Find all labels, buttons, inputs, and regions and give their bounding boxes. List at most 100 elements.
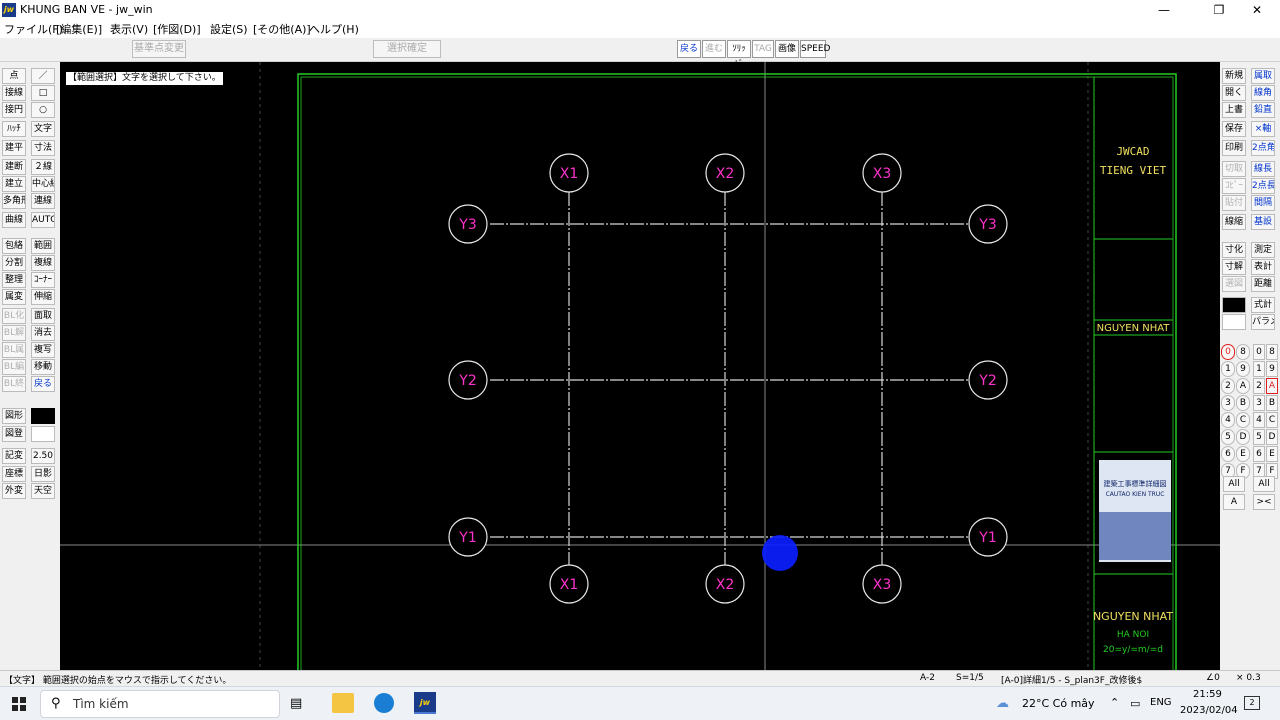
layer-group-1[interactable]: 1	[1221, 361, 1235, 377]
left-tool-button-4-0[interactable]: 建平	[2, 140, 26, 156]
left-tool-button-18-0[interactable]: 図形	[2, 408, 26, 424]
line-color-swatch-right[interactable]	[1222, 314, 1246, 330]
solid-button[interactable]: ｿﾘｯﾄﾞ	[727, 40, 751, 70]
jw-cad-taskbar-icon[interactable]: jw	[414, 692, 436, 714]
left-tool-button-0-1[interactable]: ／	[31, 68, 55, 84]
confirm-selection-button[interactable]: 選択確定	[373, 40, 441, 58]
status-paper[interactable]: A-2	[920, 673, 935, 683]
left-tool-button-5-1[interactable]: ２線	[31, 159, 55, 175]
layer-group-10[interactable]: A	[1236, 378, 1250, 394]
layer-group-all-button[interactable]: All	[1223, 476, 1245, 492]
network-icon[interactable]: ▭	[1130, 697, 1140, 710]
minimize-icon[interactable]: —	[1141, 0, 1187, 20]
left-tool-button-14-0[interactable]: BL解	[2, 325, 26, 341]
left-tool-button-11-0[interactable]: 整理	[2, 272, 26, 288]
left-tool-button-17-0[interactable]: BL終	[2, 376, 26, 392]
right-tool-button-0-1[interactable]: 属取	[1251, 68, 1275, 84]
right-tool-button-1-1[interactable]: 線角	[1251, 85, 1275, 101]
layer-10[interactable]: A	[1266, 378, 1278, 394]
notification-icon[interactable]: 2	[1244, 696, 1260, 710]
browser-icon[interactable]	[374, 693, 394, 713]
right-tool-button-7-0[interactable]: 貼付	[1222, 195, 1246, 211]
status-layer[interactable]: [A-0]詳細1/5 - S_plan3F_改修後$	[1001, 673, 1142, 686]
right-tool-button-11-0[interactable]: 選図	[1222, 276, 1246, 292]
file-explorer-icon[interactable]	[332, 693, 354, 713]
weather-text[interactable]: 22°C Có mây	[1022, 697, 1095, 710]
layer-12[interactable]: C	[1266, 412, 1278, 428]
left-tool-button-4-1[interactable]: 寸法	[31, 140, 55, 156]
left-tool-button-20-0[interactable]: 記変	[2, 448, 26, 464]
layer-6[interactable]: 6	[1253, 446, 1265, 462]
drawing-canvas[interactable]: X1 X2 X3 X1 X2 X3 Y3 Y2 Y1 Y3 Y2 Y1 建築工事標準詳細図 CAUTA…	[60, 62, 1220, 670]
layer-group-13[interactable]: D	[1236, 429, 1250, 445]
left-tool-button-9-1[interactable]: 範囲	[31, 238, 55, 254]
menu-settings[interactable]: 設定(S)	[210, 21, 248, 37]
left-tool-button-17-1[interactable]: 戻る	[31, 376, 55, 392]
left-tool-button-20-1[interactable]: 2.50	[31, 448, 55, 464]
layer-group-5[interactable]: 5	[1221, 429, 1235, 445]
left-tool-button-9-0[interactable]: 包絡	[2, 238, 26, 254]
layer-group-4[interactable]: 4	[1221, 412, 1235, 428]
left-tool-button-21-1[interactable]: 日影	[31, 466, 55, 482]
right-tool-button-5-1[interactable]: 線長	[1251, 161, 1275, 177]
left-tool-button-14-1[interactable]: 消去	[31, 325, 55, 341]
left-tool-button-6-1[interactable]: 中心線	[31, 176, 55, 192]
left-tool-button-10-0[interactable]: 分割	[2, 255, 26, 271]
left-tool-button-6-0[interactable]: 建立	[2, 176, 26, 192]
layer-14[interactable]: E	[1266, 446, 1278, 462]
left-tool-button-2-0[interactable]: 接円	[2, 102, 26, 118]
forward-button[interactable]: 進む	[702, 40, 726, 58]
layer-3[interactable]: 3	[1253, 395, 1265, 411]
layer-group-9[interactable]: 9	[1236, 361, 1250, 377]
base-point-change-button[interactable]: 基準点変更	[132, 40, 186, 58]
layer-5[interactable]: 5	[1253, 429, 1265, 445]
right-tool-button-10-1[interactable]: 表計	[1251, 259, 1275, 275]
right-tool-button-4-1[interactable]: 2点角	[1251, 140, 1275, 156]
close-icon[interactable]: ✕	[1234, 0, 1280, 20]
left-tool-button-3-1[interactable]: 文字	[31, 121, 55, 137]
right-tool-button-10-0[interactable]: 寸解	[1222, 259, 1246, 275]
status-factor[interactable]: × 0.3	[1236, 673, 1261, 683]
layer-group-6[interactable]: 6	[1221, 446, 1235, 462]
layer-group-14[interactable]: E	[1236, 446, 1250, 462]
left-tool-button-1-1[interactable]: □	[31, 85, 55, 101]
layer-group-0[interactable]: 0	[1221, 344, 1235, 360]
left-tool-button-7-0[interactable]: 多角形	[2, 193, 26, 209]
status-scale[interactable]: S=1/5	[956, 673, 984, 683]
left-tool-button-7-1[interactable]: 連線	[31, 193, 55, 209]
right-tool-button-8-1[interactable]: 基設	[1251, 214, 1275, 230]
left-tool-button-13-0[interactable]: BL化	[2, 308, 26, 324]
left-tool-button-8-0[interactable]: 曲線	[2, 212, 26, 228]
right-tool-button-12-1[interactable]: 式計	[1251, 297, 1275, 313]
line-style-swatch-right[interactable]	[1222, 297, 1246, 313]
menu-edit[interactable]: [編集(E)]	[56, 21, 102, 37]
left-tool-button-15-0[interactable]: BL属	[2, 342, 26, 358]
right-tool-button-3-1[interactable]: ×軸	[1251, 121, 1275, 137]
left-tool-button-19-0[interactable]: 図登	[2, 426, 26, 442]
left-tool-button-16-1[interactable]: 移動	[31, 359, 55, 375]
layer-group-2[interactable]: 2	[1221, 378, 1235, 394]
left-tool-button-2-1[interactable]: ○	[31, 102, 55, 118]
layer-9[interactable]: 9	[1266, 361, 1278, 377]
left-tool-button-15-1[interactable]: 複写	[31, 342, 55, 358]
layer-group-11[interactable]: B	[1236, 395, 1250, 411]
left-tool-button-1-0[interactable]: 接線	[2, 85, 26, 101]
right-tool-button-7-1[interactable]: 間隔	[1251, 195, 1275, 211]
layer-2[interactable]: 2	[1253, 378, 1265, 394]
layer-8[interactable]: 8	[1266, 344, 1278, 360]
left-tool-button-10-1[interactable]: 複線	[31, 255, 55, 271]
layer-group-3[interactable]: 3	[1221, 395, 1235, 411]
left-tool-button-0-0[interactable]: 点	[2, 68, 26, 84]
clock-time[interactable]: 21:59	[1193, 689, 1222, 700]
right-tool-button-4-0[interactable]: 印刷	[1222, 140, 1246, 156]
status-angle[interactable]: ∠0	[1206, 673, 1220, 683]
right-tool-button-5-0[interactable]: 切取	[1222, 161, 1246, 177]
layer-13[interactable]: D	[1266, 429, 1278, 445]
menu-file[interactable]: ファイル(F)	[4, 21, 63, 37]
back-button[interactable]: 戻る	[677, 40, 701, 58]
right-tool-button-6-0[interactable]: ｺﾋﾟｰ	[1222, 178, 1246, 194]
left-tool-button-16-0[interactable]: BL編	[2, 359, 26, 375]
line-style-swatch[interactable]	[31, 408, 55, 424]
layer-toggle-button[interactable]: ><	[1253, 494, 1275, 510]
right-tool-button-2-1[interactable]: 鉛直	[1251, 102, 1275, 118]
